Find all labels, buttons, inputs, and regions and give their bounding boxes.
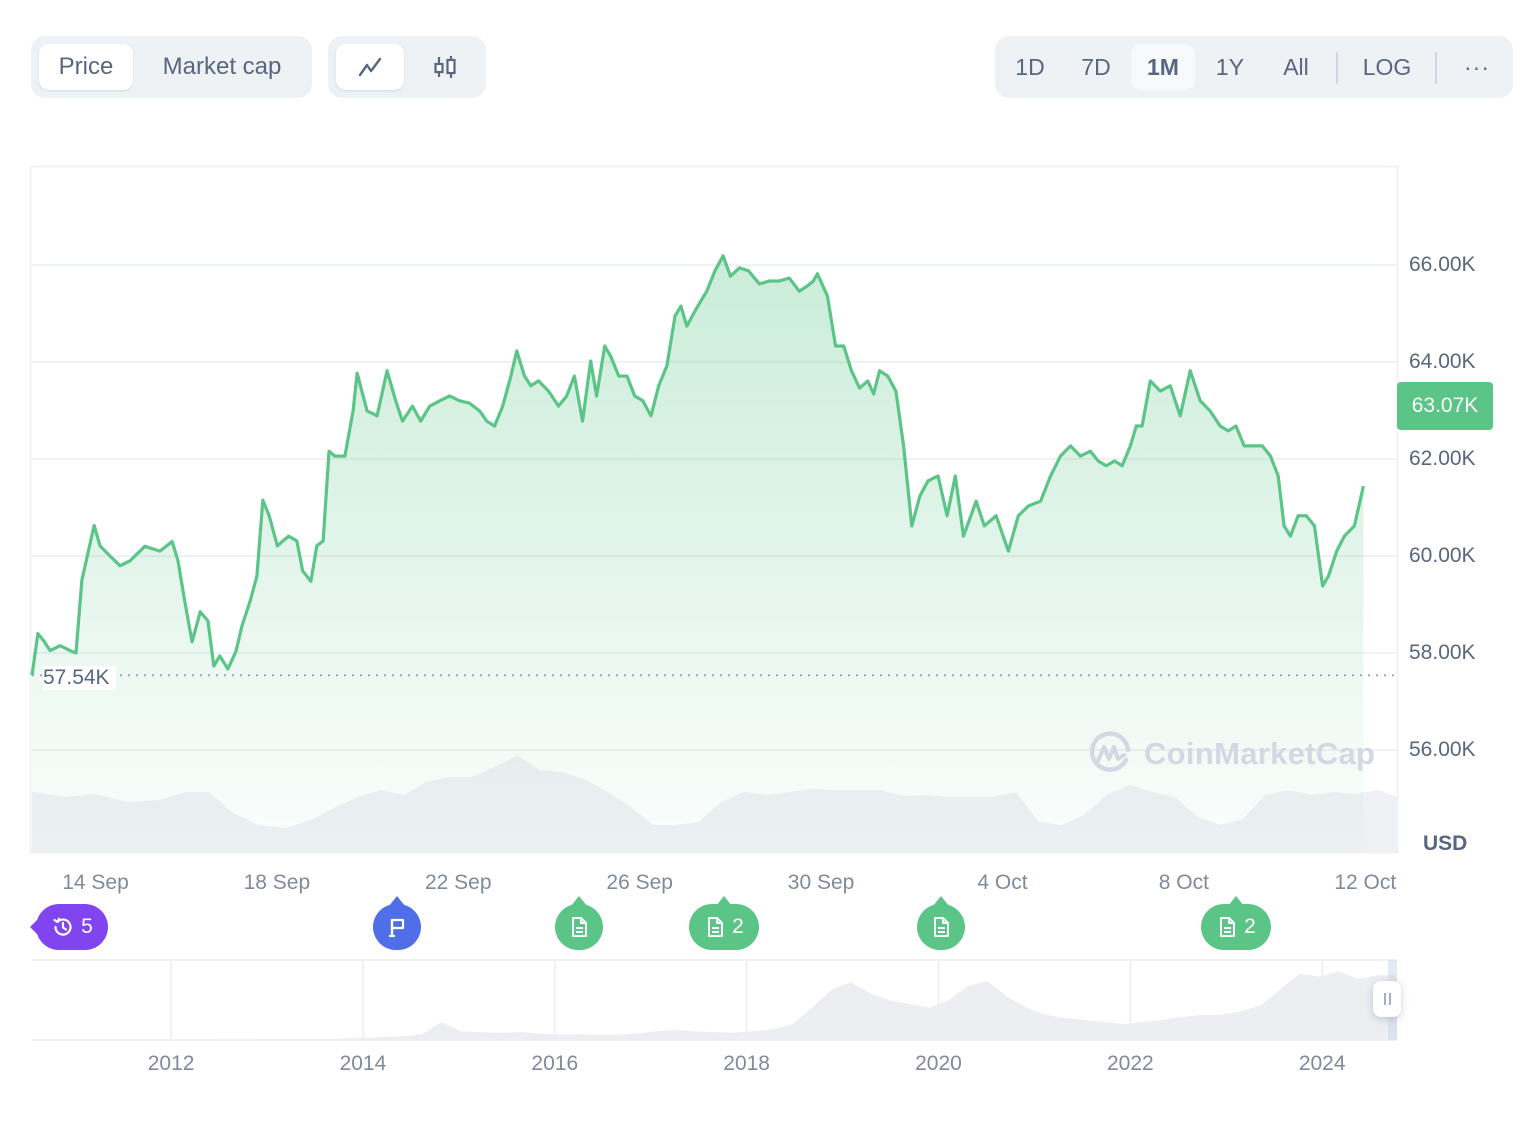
event-marker-document[interactable] (555, 904, 603, 950)
event-count: 2 (732, 915, 744, 938)
x-tick-label: 26 Sep (606, 871, 673, 894)
navigator-year-label: 2018 (723, 1052, 770, 1075)
document-icon (1220, 917, 1236, 937)
x-tick-label: 12 Oct (1334, 871, 1397, 894)
event-count: 5 (81, 915, 93, 938)
y-tick-label: 58.00K (1409, 641, 1476, 664)
navigator-year-label: 2014 (339, 1052, 387, 1075)
y-tick-label: 56.00K (1409, 738, 1476, 761)
open-price-label: 57.54K (43, 666, 116, 690)
event-marker-flag[interactable] (373, 904, 421, 950)
y-tick-label: 62.00K (1409, 447, 1476, 470)
x-tick-label: 8 Oct (1158, 871, 1209, 894)
range-navigator[interactable] (0, 955, 1536, 1045)
watermark-text: CoinMarketCap (1144, 736, 1376, 771)
event-count: 2 (1244, 915, 1256, 938)
history-icon (53, 917, 72, 936)
document-icon (708, 917, 724, 937)
flag-icon (389, 918, 405, 938)
y-tick-label: 64.00K (1409, 350, 1476, 373)
navigator-year-label: 2022 (1106, 1052, 1154, 1075)
navigator-year-label: 2012 (147, 1052, 195, 1075)
x-tick-label: 14 Sep (62, 871, 129, 894)
navigator-year-label: 2016 (531, 1052, 579, 1075)
watermark: CoinMarketCap (1086, 730, 1375, 778)
navigator-year-label: 2024 (1298, 1052, 1346, 1075)
event-marker-history[interactable]: 5 (36, 904, 108, 950)
y-tick-label: 60.00K (1409, 544, 1476, 567)
document-icon (572, 917, 587, 937)
navigator-handle[interactable] (1373, 981, 1401, 1017)
x-tick-label: 4 Oct (977, 871, 1028, 894)
navigator-history-area (32, 971, 1397, 1040)
currency-label: USD (1423, 832, 1468, 855)
coinmarketcap-logo-icon (1089, 731, 1131, 772)
document-icon (934, 917, 949, 937)
event-marker-document[interactable]: 2 (689, 904, 759, 950)
y-tick-label: 66.00K (1409, 253, 1476, 276)
x-tick-label: 30 Sep (787, 871, 855, 894)
current-price-tag: 63.07K (1397, 382, 1493, 430)
navigator-year-label: 2020 (915, 1052, 962, 1075)
x-tick-label: 22 Sep (424, 871, 492, 894)
event-marker-document[interactable]: 2 (1201, 904, 1271, 950)
event-marker-document[interactable] (917, 904, 965, 950)
x-tick-label: 18 Sep (243, 871, 311, 894)
